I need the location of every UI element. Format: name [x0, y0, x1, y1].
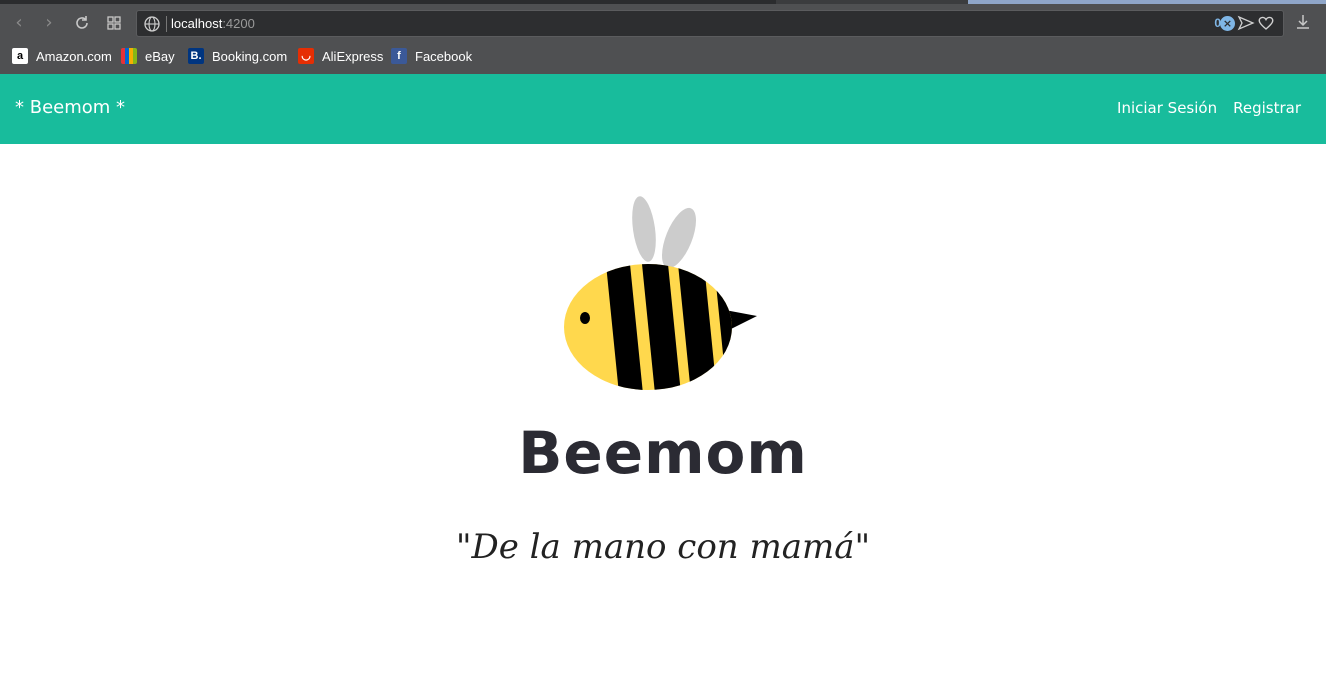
- bookmark-label: eBay: [145, 48, 175, 64]
- navbar-brand[interactable]: * Beemom *: [15, 97, 125, 118]
- bee-wing-right: [662, 207, 696, 269]
- bookmark-label: Amazon.com: [36, 48, 112, 64]
- app-navbar: * Beemom * Iniciar Sesión Registrar: [0, 74, 1326, 144]
- grid-icon: [107, 16, 121, 30]
- url-host: localhost: [171, 16, 223, 31]
- browser-chrome: ‹ › localhost:4200 0 × a Amazon.com eBay: [0, 0, 1326, 74]
- address-bar[interactable]: localhost:4200 0 ×: [136, 10, 1284, 37]
- bee-eye: [580, 312, 590, 324]
- aliexpress-icon: ◡: [298, 48, 314, 64]
- bee-icon: [564, 196, 757, 390]
- globe-icon: [144, 16, 160, 32]
- tab-strip: [0, 0, 1326, 4]
- address-separator: [166, 16, 167, 32]
- bookmark-booking[interactable]: B. Booking.com: [188, 47, 287, 65]
- facebook-icon: f: [391, 48, 407, 64]
- login-link[interactable]: Iniciar Sesión: [1117, 99, 1217, 117]
- hero-title: Beemom: [518, 419, 808, 487]
- bee-wing-left: [632, 196, 656, 262]
- bookmark-aliexpress[interactable]: ◡ AliExpress: [298, 47, 383, 65]
- reload-icon: [76, 16, 88, 29]
- send-icon[interactable]: [1237, 14, 1255, 32]
- booking-icon: B.: [188, 48, 204, 64]
- url-text[interactable]: localhost:4200: [171, 16, 255, 31]
- bookmark-label: Booking.com: [212, 48, 288, 64]
- bookmark-label: Facebook: [415, 48, 473, 64]
- speed-dial-button[interactable]: [102, 11, 126, 35]
- other-tab[interactable]: [968, 0, 1326, 4]
- ebay-icon: [121, 48, 137, 64]
- download-icon[interactable]: [1294, 13, 1312, 31]
- navbar-links: Iniciar Sesión Registrar: [1117, 99, 1301, 117]
- bookmarks-bar: a Amazon.com eBay B. Booking.com ◡ AliEx…: [0, 44, 1326, 68]
- register-link[interactable]: Registrar: [1233, 99, 1301, 117]
- amazon-icon: a: [12, 48, 28, 64]
- heart-icon[interactable]: [1257, 14, 1275, 32]
- hero-section: Beemom "De la mano con mamá": [0, 144, 1326, 682]
- active-tab[interactable]: [0, 0, 776, 4]
- forward-button[interactable]: ›: [37, 11, 61, 35]
- url-port: :4200: [222, 16, 255, 31]
- hero-slogan: "De la mano con mamá": [455, 527, 871, 567]
- adblock-icon[interactable]: ×: [1220, 16, 1235, 31]
- bookmark-label: AliExpress: [322, 48, 384, 64]
- browser-toolbar: ‹ › localhost:4200 0 ×: [0, 8, 1326, 38]
- back-button[interactable]: ‹: [7, 11, 31, 35]
- bookmark-facebook[interactable]: f Facebook: [391, 47, 472, 65]
- bookmark-amazon[interactable]: a Amazon.com: [12, 47, 112, 65]
- reload-button[interactable]: [70, 11, 94, 35]
- bookmark-ebay[interactable]: eBay: [121, 47, 175, 65]
